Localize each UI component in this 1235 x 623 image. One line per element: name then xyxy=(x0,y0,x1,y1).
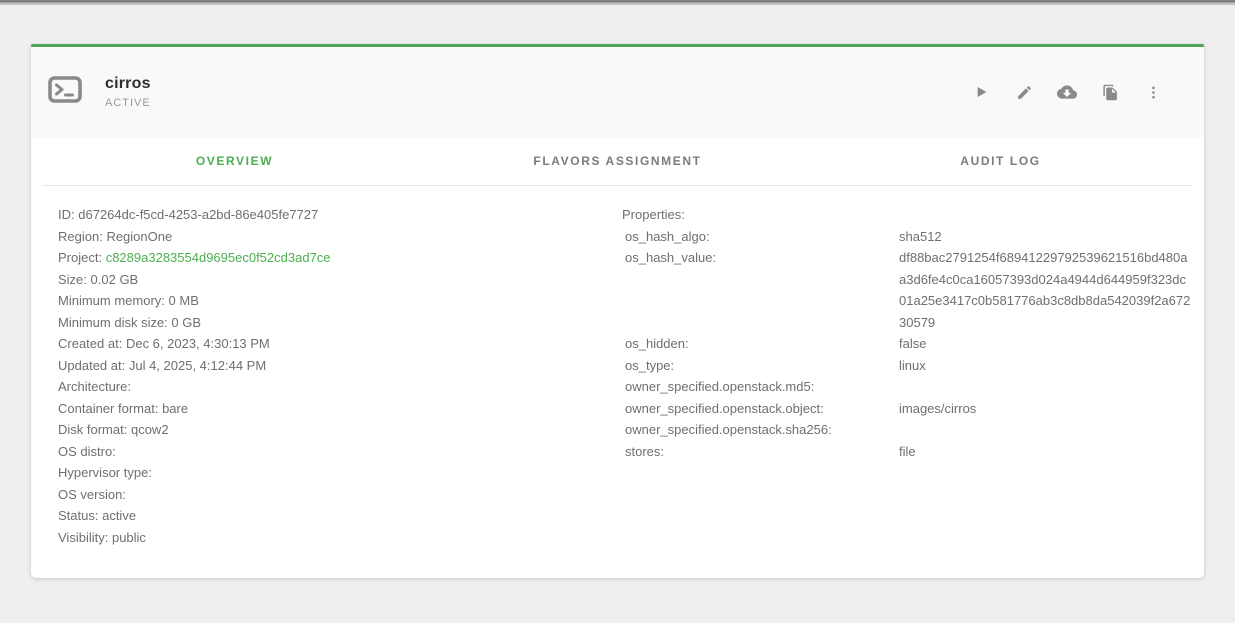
title-block: cirros ACTIVE xyxy=(105,75,151,109)
cloud-download-icon xyxy=(1057,82,1077,102)
terminal-icon xyxy=(48,76,82,108)
copy-button[interactable] xyxy=(1101,83,1119,101)
property-value: images/cirros xyxy=(899,398,1191,420)
detail-label: Created at: xyxy=(58,336,122,351)
detail-row: Created at: Dec 6, 2023, 4:30:13 PM xyxy=(58,333,622,355)
properties-block: Properties: os_hash_algo:sha512os_hash_v… xyxy=(622,204,1196,548)
detail-row: OS distro: xyxy=(58,441,622,463)
detail-row: Disk format: qcow2 xyxy=(58,419,622,441)
detail-row: ID: d67264dc-f5cd-4253-a2bd-86e405fe7727 xyxy=(58,204,622,226)
detail-label: Architecture: xyxy=(58,379,131,394)
detail-row: Hypervisor type: xyxy=(58,462,622,484)
download-button[interactable] xyxy=(1058,83,1076,101)
tab-audit-log[interactable]: AUDIT LOG xyxy=(809,154,1192,168)
overview-panel: ID: d67264dc-f5cd-4253-a2bd-86e405fe7727… xyxy=(31,186,1204,548)
detail-row: Status: active xyxy=(58,505,622,527)
detail-value: 0.02 GB xyxy=(91,272,139,287)
detail-value: Dec 6, 2023, 4:30:13 PM xyxy=(126,336,270,351)
detail-label: Container format: xyxy=(58,401,158,416)
property-key: stores: xyxy=(622,441,899,463)
detail-row: Project: c8289a3283554d9695ec0f52cd3ad7c… xyxy=(58,247,622,269)
property-key: os_hash_algo: xyxy=(622,226,899,248)
detail-label: Project: xyxy=(58,250,102,265)
page-title: cirros xyxy=(105,75,151,93)
detail-value: 0 MB xyxy=(169,293,199,308)
detail-value: RegionOne xyxy=(106,229,172,244)
detail-row: Size: 0.02 GB xyxy=(58,269,622,291)
detail-row: Minimum disk size: 0 GB xyxy=(58,312,622,334)
property-key: os_hidden: xyxy=(622,333,899,355)
properties-grid: os_hash_algo:sha512os_hash_value:df88bac… xyxy=(622,226,1196,463)
details-list: ID: d67264dc-f5cd-4253-a2bd-86e405fe7727… xyxy=(58,204,622,548)
card-header: cirros ACTIVE xyxy=(31,47,1204,137)
detail-row: Architecture: xyxy=(58,376,622,398)
image-detail-card: cirros ACTIVE xyxy=(31,44,1204,578)
property-key: owner_specified.openstack.md5: xyxy=(622,376,899,398)
detail-row: Container format: bare xyxy=(58,398,622,420)
more-actions-button[interactable] xyxy=(1144,83,1162,101)
detail-value: active xyxy=(102,508,136,523)
property-value: false xyxy=(899,333,1191,355)
play-icon xyxy=(973,84,989,100)
property-value: linux xyxy=(899,355,1191,377)
detail-row: OS version: xyxy=(58,484,622,506)
project-link[interactable]: c8289a3283554d9695ec0f52cd3ad7ce xyxy=(106,250,331,265)
pencil-icon xyxy=(1016,84,1033,101)
detail-label: Visibility: xyxy=(58,530,108,545)
detail-label: OS version: xyxy=(58,487,126,502)
window-top-bar xyxy=(0,0,1235,5)
detail-row: Minimum memory: 0 MB xyxy=(58,290,622,312)
properties-title: Properties: xyxy=(622,204,1196,226)
detail-label: Region: xyxy=(58,229,103,244)
property-value: file xyxy=(899,441,1191,463)
detail-label: Disk format: xyxy=(58,422,127,437)
detail-label: Status: xyxy=(58,508,98,523)
property-value: df88bac2791254f68941229792539621516bd480… xyxy=(899,247,1191,333)
property-key: owner_specified.openstack.object: xyxy=(622,398,899,420)
tab-overview[interactable]: OVERVIEW xyxy=(43,154,426,168)
property-key: owner_specified.openstack.sha256: xyxy=(622,419,899,441)
detail-row: Visibility: public xyxy=(58,527,622,549)
tabs: OVERVIEWFLAVORS ASSIGNMENTAUDIT LOG xyxy=(43,137,1192,186)
property-key: os_type: xyxy=(622,355,899,377)
detail-label: Minimum memory: xyxy=(58,293,165,308)
property-value xyxy=(899,376,1191,398)
detail-label: ID: xyxy=(58,207,75,222)
detail-value: Jul 4, 2025, 4:12:44 PM xyxy=(129,358,266,373)
detail-label: Updated at: xyxy=(58,358,125,373)
kebab-menu-icon xyxy=(1146,85,1161,100)
detail-label: OS distro: xyxy=(58,444,116,459)
detail-value: bare xyxy=(162,401,188,416)
detail-value: qcow2 xyxy=(131,422,169,437)
run-button[interactable] xyxy=(972,83,990,101)
detail-row: Updated at: Jul 4, 2025, 4:12:44 PM xyxy=(58,355,622,377)
property-value: sha512 xyxy=(899,226,1191,248)
header-actions xyxy=(972,83,1162,101)
edit-button[interactable] xyxy=(1015,83,1033,101)
tab-flavors-assignment[interactable]: FLAVORS ASSIGNMENT xyxy=(426,154,809,168)
detail-label: Hypervisor type: xyxy=(58,465,152,480)
detail-label: Minimum disk size: xyxy=(58,315,168,330)
detail-value: d67264dc-f5cd-4253-a2bd-86e405fe7727 xyxy=(78,207,318,222)
detail-value: 0 GB xyxy=(171,315,201,330)
copy-icon xyxy=(1102,84,1119,101)
property-value xyxy=(899,419,1191,441)
status-badge: ACTIVE xyxy=(105,97,151,109)
detail-value: public xyxy=(112,530,146,545)
detail-row: Region: RegionOne xyxy=(58,226,622,248)
property-key: os_hash_value: xyxy=(622,247,899,333)
detail-label: Size: xyxy=(58,272,87,287)
